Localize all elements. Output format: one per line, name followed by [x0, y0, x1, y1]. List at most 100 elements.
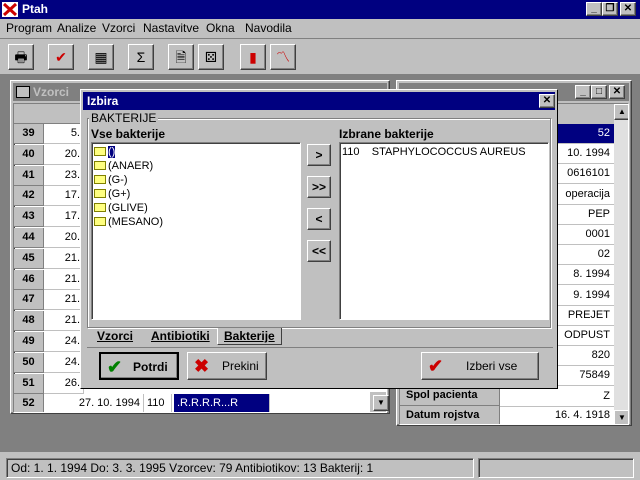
all-bacteria-label: Vse bakterije: [91, 127, 166, 141]
detail-close-button[interactable]: ✕: [609, 85, 625, 99]
table-cell[interactable]: 21.: [44, 290, 84, 311]
list-item[interactable]: (G-): [94, 173, 128, 187]
menu-analize[interactable]: Analize: [57, 21, 96, 35]
detail-value[interactable]: Z: [500, 387, 614, 407]
check-icon: ✔: [428, 356, 444, 376]
all-bacteria-list[interactable]: () (ANAER) (G-) (G+) (GLIVE) (MESANO): [91, 142, 301, 320]
dialog-close-button[interactable]: ✕: [539, 94, 555, 108]
table-cell[interactable]: 110: [144, 394, 172, 412]
selected-bacteria-label: Izbrane bakterije: [339, 127, 434, 141]
line-chart-icon[interactable]: 〽: [270, 44, 296, 70]
row-number[interactable]: 42: [14, 186, 44, 207]
table-cell[interactable]: 21.: [44, 248, 84, 269]
dice-icon[interactable]: ⚄: [198, 44, 224, 70]
bar-chart-icon[interactable]: ▮: [240, 44, 266, 70]
restore-button[interactable]: ❐: [602, 2, 618, 16]
menu-program[interactable]: Program: [6, 21, 52, 35]
table-cell[interactable]: 20.: [44, 228, 84, 248]
table-cell[interactable]: 21.: [44, 269, 84, 290]
remove-button[interactable]: <: [307, 208, 331, 230]
list-item-label: (): [106, 145, 117, 159]
menu-okna[interactable]: Okna: [206, 21, 235, 35]
list-item[interactable]: (GLIVE): [94, 201, 148, 215]
row-number[interactable]: 45: [14, 248, 44, 269]
add-button[interactable]: >: [307, 144, 331, 166]
tab-antibiotiki[interactable]: Antibiotiki: [145, 328, 216, 345]
list-item[interactable]: (G+): [94, 187, 130, 201]
check-icon: ✔: [107, 357, 123, 377]
table-cell[interactable]: 17.: [44, 186, 84, 207]
calendar-icon[interactable]: ▦: [88, 44, 114, 70]
row-number[interactable]: 52: [14, 394, 44, 412]
menu-bar: Program Analize Vzorci Nastavitve Okna N…: [0, 19, 640, 37]
check-icon[interactable]: ✔: [48, 44, 74, 70]
select-all-button[interactable]: ✔ Izberi vse: [421, 352, 539, 380]
app-titlebar: Ptah _ ❐ ✕: [0, 0, 640, 19]
tab-vzorci[interactable]: Vzorci: [91, 328, 139, 345]
row-number[interactable]: 40: [14, 144, 44, 165]
folder-icon: [94, 217, 106, 226]
table-cell[interactable]: 20.: [44, 144, 84, 165]
cancel-button[interactable]: ✖ Prekini: [187, 352, 267, 380]
close-button[interactable]: ✕: [620, 2, 636, 16]
row-number[interactable]: 50: [14, 352, 44, 373]
scroll-down-button[interactable]: ▼: [373, 395, 389, 411]
row-number[interactable]: 46: [14, 269, 44, 290]
vzorci-title: Vzorci: [33, 85, 70, 99]
folder-icon: [94, 175, 106, 184]
list-item[interactable]: (MESANO): [94, 215, 163, 229]
document-icon[interactable]: 🗎: [168, 44, 194, 70]
table-cell[interactable]: 17.: [44, 207, 84, 228]
selected-bacteria-list[interactable]: 110 STAPHYLOCOCCUS AUREUS: [339, 142, 549, 320]
menu-navodila[interactable]: Navodila: [245, 21, 292, 35]
folder-icon: [94, 147, 106, 156]
row-number[interactable]: 41: [14, 165, 44, 186]
app-icon: [2, 2, 18, 17]
detail-scroll-up[interactable]: ▲: [614, 104, 628, 120]
row-number[interactable]: 47: [14, 290, 44, 311]
list-item[interactable]: (ANAER): [94, 159, 153, 173]
list-item-label: (G-): [108, 174, 128, 186]
status-extra: [478, 458, 634, 478]
list-item-label: (G+): [108, 188, 131, 200]
group-label: BAKTERIJE: [89, 111, 159, 125]
app-title: Ptah: [22, 2, 49, 16]
table-cell-selected[interactable]: .R.R.R.R...R: [174, 394, 270, 412]
list-item-label: (MESANO): [108, 216, 163, 228]
cross-icon: ✖: [194, 356, 210, 376]
detail-maximize-button[interactable]: □: [591, 85, 607, 99]
izbira-dialog: Izbira ✕ BAKTERIJE Vse bakterije Izbrane…: [80, 89, 558, 389]
detail-scrollbar[interactable]: [614, 104, 628, 424]
tab-bakterije[interactable]: Bakterije: [217, 328, 282, 345]
menu-vzorci[interactable]: Vzorci: [102, 21, 135, 35]
detail-label-spol: Spol pacienta: [400, 386, 500, 406]
sum-icon[interactable]: Σ: [128, 44, 154, 70]
row-number[interactable]: 49: [14, 332, 44, 352]
list-item[interactable]: 110 STAPHYLOCOCCUS AUREUS: [342, 145, 526, 159]
remove-all-button[interactable]: <<: [307, 240, 331, 262]
table-cell[interactable]: 5.: [44, 124, 84, 144]
print-icon[interactable]: 🖶: [8, 44, 34, 70]
row-number[interactable]: 44: [14, 228, 44, 248]
table-cell[interactable]: 23.: [44, 165, 84, 186]
table-cell[interactable]: 21.: [44, 311, 84, 332]
table-cell[interactable]: 27. 10. 1994: [44, 394, 144, 412]
detail-scroll-down[interactable]: ▼: [614, 410, 628, 424]
table-cell[interactable]: 24.: [44, 352, 84, 373]
list-item-label: (GLIVE): [108, 202, 148, 214]
menu-nastavitve[interactable]: Nastavitve: [143, 21, 199, 35]
row-number[interactable]: 51: [14, 373, 44, 394]
status-text: Od: 1. 1. 1994 Do: 3. 3. 1995 Vzorcev: 7…: [6, 458, 474, 478]
table-cell[interactable]: 26.: [44, 373, 84, 394]
confirm-button[interactable]: ✔ Potrdi: [99, 352, 179, 380]
row-number[interactable]: 39: [14, 124, 44, 144]
toolbar: 🖶 ✔ ▦ Σ 🗎 ⚄ ▮ 〽: [0, 38, 640, 74]
minimize-button[interactable]: _: [586, 2, 602, 16]
add-all-button[interactable]: >>: [307, 176, 331, 198]
list-item[interactable]: (): [94, 145, 117, 159]
row-number[interactable]: 48: [14, 311, 44, 332]
table-cell[interactable]: 24.: [44, 332, 84, 352]
detail-value-datum: 16. 4. 1918: [500, 406, 614, 424]
row-number[interactable]: 43: [14, 207, 44, 228]
detail-minimize-button[interactable]: _: [575, 85, 591, 99]
